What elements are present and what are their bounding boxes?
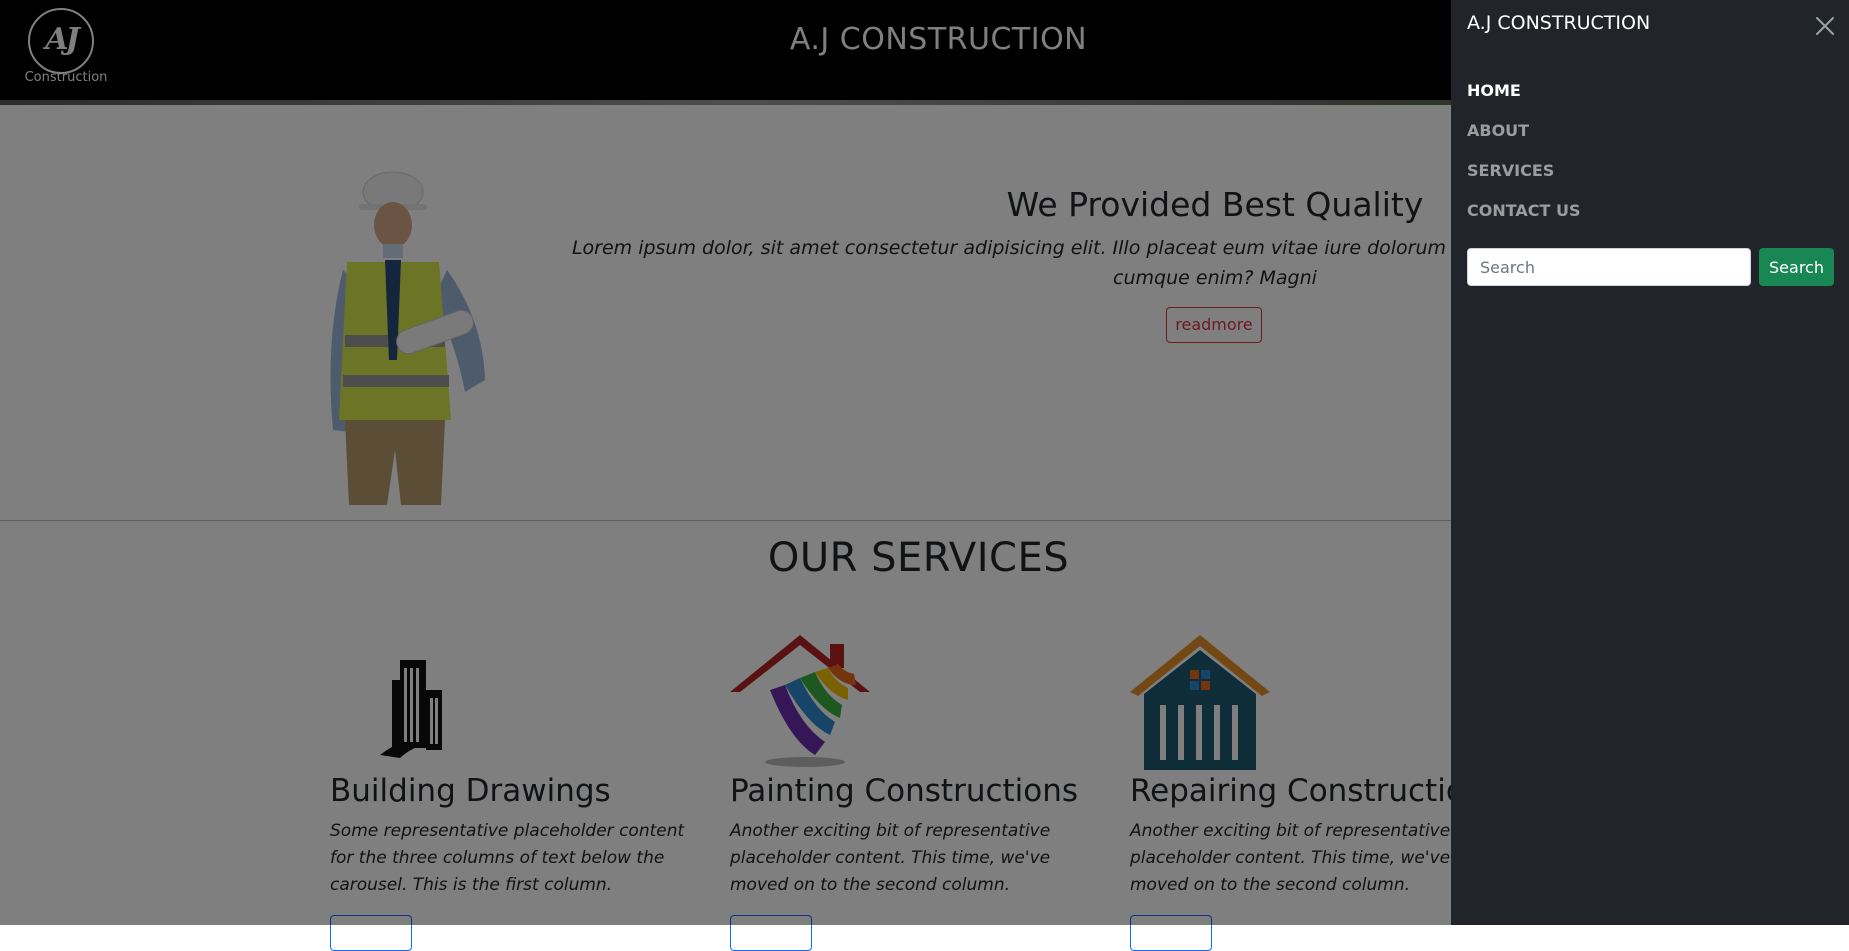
offcanvas-nav: HOME ABOUT SERVICES CONTACT US bbox=[1467, 76, 1581, 236]
offcanvas-menu: A.J CONSTRUCTION HOME ABOUT SERVICES CON… bbox=[1451, 0, 1849, 925]
close-button[interactable] bbox=[1806, 12, 1834, 38]
nav-link-home[interactable]: HOME bbox=[1467, 76, 1581, 116]
nav-link-services[interactable]: SERVICES bbox=[1467, 156, 1581, 196]
nav-link-about[interactable]: ABOUT bbox=[1467, 116, 1581, 156]
close-icon bbox=[1816, 17, 1834, 35]
nav-link-contact[interactable]: CONTACT US bbox=[1467, 196, 1581, 236]
offcanvas-title: A.J CONSTRUCTION bbox=[1467, 12, 1651, 34]
search-input[interactable] bbox=[1467, 248, 1751, 286]
search-button[interactable]: Search bbox=[1759, 248, 1834, 286]
